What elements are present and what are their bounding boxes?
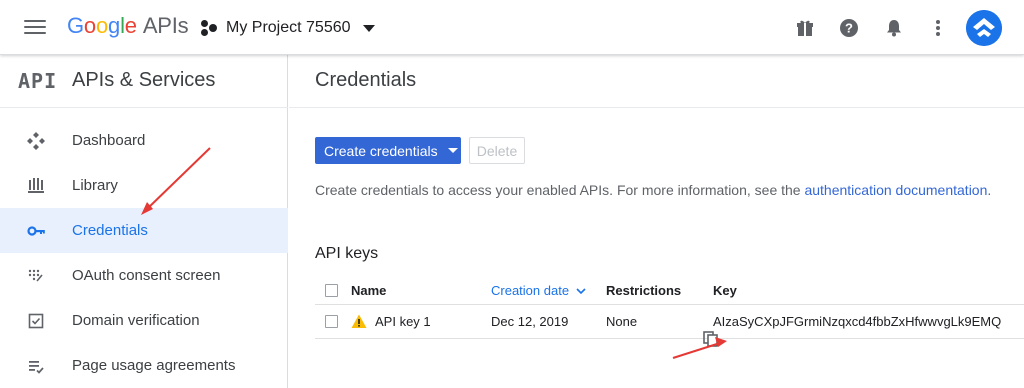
dropdown-caret-icon [362, 24, 375, 32]
logo-letter: G [67, 13, 84, 38]
sidebar-header: API APIs & Services [0, 55, 288, 108]
logo-letter: o [83, 13, 96, 38]
account-avatar[interactable] [966, 10, 1002, 46]
key-icon [24, 219, 48, 243]
logo-letter: g [108, 13, 121, 38]
sidebar-item-library[interactable]: Library [0, 163, 288, 208]
google-apis-logo[interactable]: Google APIs [67, 12, 189, 40]
sidebar-item-page-usage-agreements[interactable]: Page usage agreements [0, 343, 288, 388]
column-header-name[interactable]: Name [351, 277, 386, 304]
help-text-body: Create credentials to access your enable… [315, 182, 805, 198]
select-all-cell [325, 277, 338, 304]
table-header-row: Name Creation date Restrictions Key [315, 277, 1024, 305]
api-keys-heading: API keys [315, 245, 379, 262]
dropdown-caret-icon [447, 148, 458, 153]
key-cell: AIzaSyCXpJFGrmiNzqxcd4fbbZxHfwwvgLk9EMQ [713, 314, 1002, 329]
logo-letter: e [124, 13, 137, 38]
authentication-documentation-link[interactable]: authentication documentation [804, 182, 987, 198]
notifications-icon[interactable] [881, 15, 907, 41]
page-title: Credentials [315, 69, 417, 91]
table-row[interactable]: API key 1 Dec 12, 2019 None AIzaSyCXpJFG… [315, 305, 1024, 339]
oauth-consent-icon [24, 264, 48, 288]
menu-icon[interactable] [24, 18, 46, 36]
sidebar: API APIs & Services Dashboard Library Cr… [0, 55, 288, 388]
sidebar-title: APIs & Services [72, 69, 216, 91]
column-header-key[interactable]: Key [713, 277, 737, 304]
project-selector[interactable]: My Project 75560 [200, 15, 375, 41]
sidebar-item-credentials[interactable]: Credentials [0, 208, 288, 253]
project-icon [200, 19, 218, 37]
sidebar-item-label: OAuth consent screen [72, 267, 221, 284]
svg-text:?: ? [845, 21, 853, 36]
api-logo: API [18, 69, 58, 93]
api-key-name-link[interactable]: API key 1 [375, 314, 431, 329]
column-header-label: Creation date [491, 283, 570, 298]
delete-button[interactable]: Delete [469, 137, 525, 164]
sidebar-item-label: Domain verification [72, 312, 200, 329]
sidebar-item-label: Credentials [72, 222, 148, 239]
sidebar-item-label: Dashboard [72, 132, 146, 149]
create-credentials-label: Create credentials [324, 142, 438, 159]
domain-check-icon [24, 309, 48, 333]
help-text-end: . [987, 182, 992, 198]
warning-icon [351, 314, 367, 329]
top-app-bar: Google APIs My Project 75560 ? [0, 0, 1024, 55]
sidebar-item-oauth-consent[interactable]: OAuth consent screen [0, 253, 288, 298]
api-keys-table: Name Creation date Restrictions Key API … [315, 277, 1024, 339]
select-all-checkbox[interactable] [325, 284, 338, 297]
gift-icon[interactable] [792, 15, 818, 41]
creation-date-cell: Dec 12, 2019 [491, 314, 569, 329]
more-vert-icon[interactable] [925, 15, 951, 41]
row-select-cell [325, 305, 338, 338]
name-cell: API key 1 [351, 305, 431, 338]
column-header-creation-date[interactable]: Creation date [491, 277, 587, 304]
sidebar-item-dashboard[interactable]: Dashboard [0, 118, 288, 163]
column-header-restrictions[interactable]: Restrictions [606, 277, 681, 304]
project-name: My Project 75560 [226, 19, 351, 36]
library-icon [24, 174, 48, 198]
page-header: Credentials [289, 55, 1024, 108]
help-text: Create credentials to access your enable… [315, 182, 991, 198]
sidebar-item-label: Library [72, 177, 118, 194]
main-content: Credentials Create credentials Delete Cr… [289, 55, 1024, 388]
sort-descending-icon [575, 285, 587, 297]
sidebar-item-label: Page usage agreements [72, 357, 236, 374]
copy-key-icon[interactable] [702, 330, 720, 348]
agreements-icon [24, 354, 48, 378]
dashboard-icon [24, 129, 48, 153]
logo-letter: o [95, 13, 109, 38]
row-checkbox[interactable] [325, 315, 338, 328]
help-icon[interactable]: ? [836, 15, 862, 41]
logo-suffix: APIs [142, 13, 189, 38]
create-credentials-button[interactable]: Create credentials [315, 137, 461, 164]
sidebar-item-domain-verification[interactable]: Domain verification [0, 298, 288, 343]
restrictions-cell: None [606, 314, 638, 329]
